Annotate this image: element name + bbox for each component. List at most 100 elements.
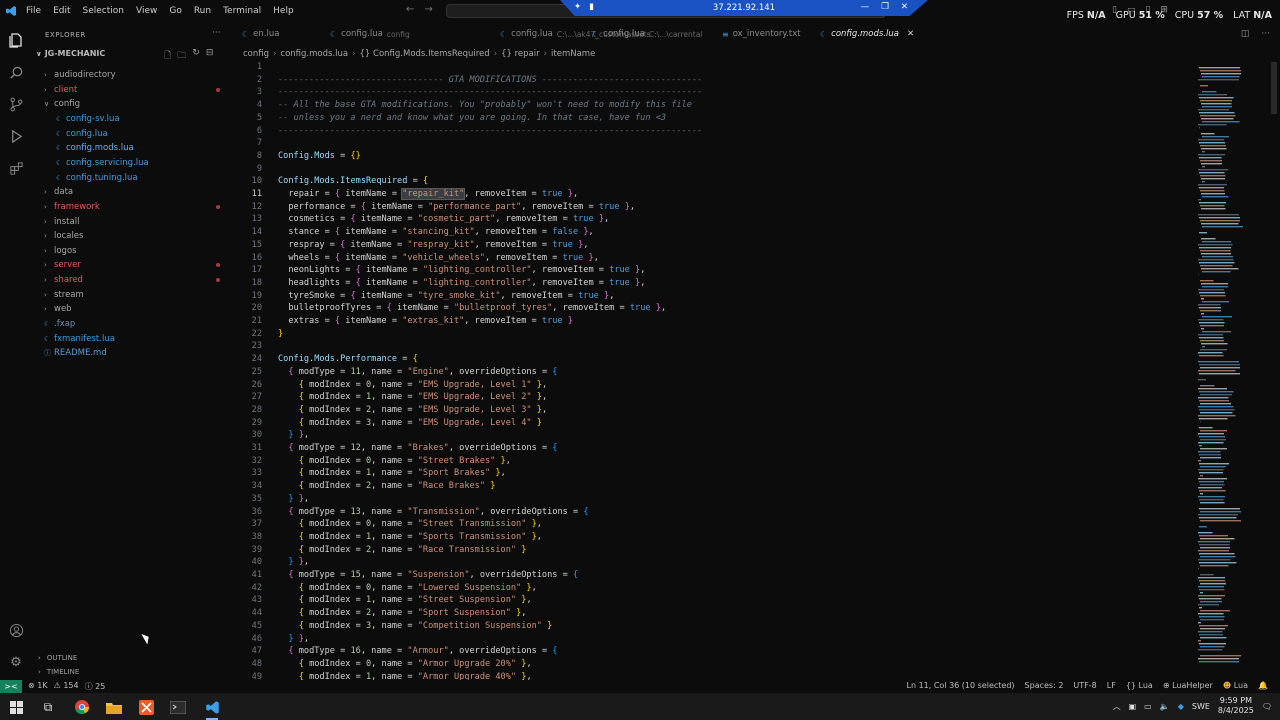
code-line[interactable]: 16 wheels = { itemName = "vehicle_wheels…: [232, 253, 1192, 266]
code-line[interactable]: 40 } },: [232, 557, 1192, 570]
menu-run[interactable]: Run: [194, 6, 211, 16]
tray-expand-icon[interactable]: ︿: [1113, 701, 1121, 712]
terminal-icon[interactable]: [166, 696, 190, 718]
code-line[interactable]: 20 bulletproofTyres = { itemName = "bull…: [232, 303, 1192, 316]
editor-scrollbar[interactable]: [1270, 62, 1278, 680]
collapse-all-icon[interactable]: ⊟: [206, 48, 214, 64]
folder-item[interactable]: ∨ config: [44, 97, 80, 111]
folder-item[interactable]: › install: [44, 215, 79, 229]
menu-go[interactable]: Go: [169, 6, 181, 16]
code-line[interactable]: 15 respray = { itemName = "respray_kit",…: [232, 240, 1192, 253]
code-line[interactable]: 26 { modIndex = 0, name = "EMS Upgrade, …: [232, 380, 1192, 393]
chrome-icon[interactable]: [70, 696, 94, 718]
code-line[interactable]: 18 headlights = { itemName = "lighting_c…: [232, 278, 1192, 291]
outline-section[interactable]: › OUTLINE: [38, 654, 77, 662]
pin-icon[interactable]: ✦: [574, 2, 581, 12]
remote-indicator[interactable]: ><: [0, 680, 22, 693]
code-line[interactable]: 30 } },: [232, 430, 1192, 443]
code-line[interactable]: 37 { modIndex = 0, name = "Street Transm…: [232, 519, 1192, 532]
notification-center-icon[interactable]: 🗨: [1262, 702, 1272, 711]
tab-1[interactable]: ☾ config.lua config: [330, 22, 410, 46]
start-windows-icon[interactable]: [4, 696, 28, 718]
warnings-status[interactable]: ⚠ 154: [54, 681, 79, 692]
cursor-position[interactable]: Ln 11, Col 36 (10 selected): [907, 681, 1015, 690]
code-line[interactable]: 1: [232, 62, 1192, 75]
code-line[interactable]: 2 -------------------------------- GTA MO…: [232, 75, 1192, 88]
tab-4[interactable]: ≡ ox_inventory.txt: [722, 22, 801, 46]
code-line[interactable]: 48 { modIndex = 0, name = "Armor Upgrade…: [232, 659, 1192, 672]
source-control-icon[interactable]: [6, 94, 26, 114]
code-line[interactable]: 8 Config.Mods = {}: [232, 151, 1192, 164]
menu-edit[interactable]: Edit: [53, 6, 70, 16]
app-icon[interactable]: [134, 696, 158, 718]
line-ending[interactable]: LF: [1107, 681, 1116, 690]
menu-terminal[interactable]: Terminal: [223, 6, 261, 16]
menu-help[interactable]: Help: [273, 6, 294, 16]
code-line[interactable]: 4 -- All the base GTA modifications. You …: [232, 100, 1192, 113]
code-line[interactable]: 7: [232, 138, 1192, 151]
code-line[interactable]: 36 { modType = 13, name = "Transmission"…: [232, 507, 1192, 520]
encoding[interactable]: UTF-8: [1073, 681, 1096, 690]
code-line[interactable]: 29 { modIndex = 3, name = "EMS Upgrade, …: [232, 418, 1192, 431]
notifications-icon[interactable]: 🔔: [1258, 681, 1268, 690]
code-line[interactable]: 41 { modType = 15, name = "Suspension", …: [232, 570, 1192, 583]
menu-file[interactable]: File: [26, 6, 41, 16]
new-file-icon[interactable]: 🗋: [164, 48, 171, 64]
menu-selection[interactable]: Selection: [83, 6, 124, 16]
file-item[interactable]: ☾ config.mods.lua: [56, 141, 134, 155]
breadcrumb-item[interactable]: config: [243, 49, 269, 59]
code-line[interactable]: 22}: [232, 329, 1192, 342]
code-line[interactable]: 39 { modIndex = 2, name = "Race Transmis…: [232, 545, 1192, 558]
file-item[interactable]: ☾ config.lua: [56, 127, 108, 141]
code-line[interactable]: 17 neonLights = { itemName = "lighting_c…: [232, 265, 1192, 278]
code-line[interactable]: 5 -- unless you a nerd and know what you …: [232, 113, 1192, 126]
problems-status[interactable]: ⊗ 1K: [28, 681, 48, 692]
breadcrumb-item[interactable]: itemName: [551, 49, 595, 59]
search-icon[interactable]: [6, 62, 26, 82]
back-arrow-icon[interactable]: ←: [406, 4, 414, 15]
code-line[interactable]: 10 Config.Mods.ItemsRequired = {: [232, 176, 1192, 189]
code-line[interactable]: 33 { modIndex = 1, name = "Sport Brakes"…: [232, 468, 1192, 481]
file-item[interactable]: ☾ fxmanifest.lua: [44, 332, 115, 346]
code-line[interactable]: 38 { modIndex = 1, name = "Sports Transm…: [232, 532, 1192, 545]
minimize-remote-icon[interactable]: —: [861, 2, 870, 12]
folder-item[interactable]: › shared: [44, 273, 83, 287]
code-line[interactable]: 23: [232, 341, 1192, 354]
code-line[interactable]: 13 cosmetics = { itemName = "cosmetic_pa…: [232, 214, 1192, 227]
code-line[interactable]: 19 tyreSmoke = { itemName = "tyre_smoke_…: [232, 291, 1192, 304]
extensions-icon[interactable]: [6, 158, 26, 178]
network-icon[interactable]: ▣: [1129, 702, 1137, 711]
folder-item[interactable]: › locales: [44, 229, 83, 243]
language-mode[interactable]: {} Lua: [1126, 681, 1153, 690]
breadcrumb-item[interactable]: {} repair: [501, 49, 540, 59]
code-line[interactable]: 35 } },: [232, 494, 1192, 507]
explorer-files-icon[interactable]: [6, 30, 26, 50]
vscode-taskbar-icon[interactable]: [200, 696, 224, 720]
workspace-root[interactable]: ∨ JG-MECHANIC: [36, 49, 105, 58]
info-status[interactable]: ⓘ 25: [85, 681, 106, 692]
tab-0[interactable]: ☾ en.lua: [242, 22, 279, 46]
restore-remote-icon[interactable]: ❐: [881, 2, 889, 12]
code-line[interactable]: 44 { modIndex = 2, name = "Sport Suspens…: [232, 608, 1192, 621]
breadcrumb-item[interactable]: config.mods.lua: [280, 49, 348, 59]
indentation[interactable]: Spaces: 2: [1025, 681, 1064, 690]
code-line[interactable]: 11 repair = { itemName = "repair_kit", r…: [232, 188, 1192, 202]
file-item[interactable]: ☾ config.tuning.lua: [56, 171, 138, 185]
new-folder-icon[interactable]: 🗀: [177, 48, 186, 64]
menu-view[interactable]: View: [136, 6, 157, 16]
more-actions-icon[interactable]: ···: [212, 28, 221, 38]
forward-arrow-icon[interactable]: →: [424, 4, 432, 15]
tab-5[interactable]: ☾ config.mods.lua ✕: [820, 22, 914, 46]
code-line[interactable]: 21 extras = { itemName = "extras_kit", r…: [232, 316, 1192, 329]
code-line[interactable]: 49 { modIndex = 1, name = "Armor Upgrade…: [232, 672, 1192, 680]
split-editor-icon[interactable]: ◫: [1241, 29, 1250, 39]
account-icon[interactable]: [6, 620, 26, 640]
close-tab-icon[interactable]: ✕: [907, 29, 914, 39]
more-actions-icon[interactable]: ···: [1261, 29, 1270, 39]
code-line[interactable]: 6 ---------------------------------------…: [232, 126, 1192, 139]
code-line[interactable]: 43 { modIndex = 1, name = "Street Suspen…: [232, 595, 1192, 608]
folder-item[interactable]: › server: [44, 258, 81, 272]
volume-icon[interactable]: 🔈: [1160, 702, 1170, 711]
clock[interactable]: 9:59 PM 8/4/2025: [1218, 696, 1254, 716]
scrollbar-thumb[interactable]: [1271, 62, 1277, 114]
